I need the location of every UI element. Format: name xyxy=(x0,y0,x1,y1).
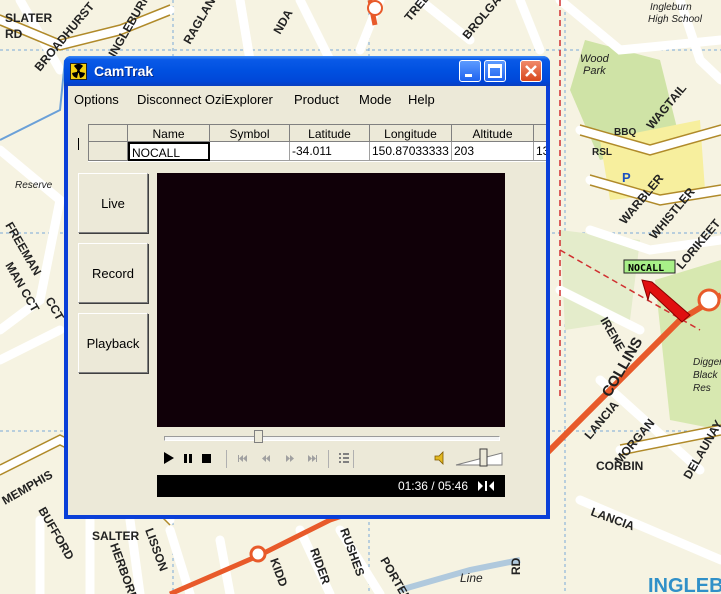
next-icon[interactable] xyxy=(308,455,317,462)
volume-thumb[interactable] xyxy=(479,448,488,467)
maximize-button[interactable] xyxy=(484,60,506,82)
pause-icon[interactable] xyxy=(184,454,192,463)
playback-button[interactable]: Playback xyxy=(78,313,148,373)
play-icon[interactable] xyxy=(164,452,174,464)
svg-text:Line: Line xyxy=(460,571,483,585)
window-title: CamTrak xyxy=(94,63,154,79)
previous-icon[interactable] xyxy=(238,455,247,462)
cell-symbol[interactable] xyxy=(210,142,290,161)
minimize-button[interactable] xyxy=(459,60,481,82)
video-display[interactable] xyxy=(157,173,505,427)
svg-text:RD: RD xyxy=(509,557,523,575)
maximize-icon xyxy=(488,64,502,78)
playlist-icon[interactable] xyxy=(336,450,352,466)
svg-text:INGLEB: INGLEB xyxy=(648,575,721,594)
navigation-controls xyxy=(238,455,317,462)
player-status-bar: 01:36 / 05:46 xyxy=(157,475,505,497)
record-button[interactable]: Record xyxy=(78,243,148,303)
menu-options[interactable]: Options xyxy=(74,92,119,107)
playback-time: 01:36 / 05:46 xyxy=(397,479,468,493)
cell-latitude[interactable]: -34.011 xyxy=(290,142,370,161)
grid-row-header[interactable] xyxy=(88,142,128,161)
cell-extra[interactable]: 13 xyxy=(534,142,546,161)
volume-slider[interactable] xyxy=(454,448,504,468)
menu-bar: Options Disconnect OziExplorer Product M… xyxy=(68,86,546,112)
text-caret xyxy=(78,138,79,150)
transport-controls xyxy=(164,452,211,464)
column-header-longitude[interactable]: Longitude xyxy=(370,124,452,142)
svg-text:SALTER: SALTER xyxy=(92,529,139,543)
title-bar[interactable]: CamTrak xyxy=(64,56,550,86)
svg-text:P: P xyxy=(622,170,631,185)
svg-text:Wood: Wood xyxy=(580,53,610,65)
stop-icon[interactable] xyxy=(202,454,211,463)
column-header-extra[interactable] xyxy=(534,124,546,142)
close-icon xyxy=(525,65,537,77)
column-header-latitude[interactable]: Latitude xyxy=(290,124,370,142)
cell-name[interactable]: NOCALL xyxy=(128,142,210,161)
cell-longitude[interactable]: 150.87033333 xyxy=(370,142,452,161)
svg-text:CORBIN: CORBIN xyxy=(596,459,643,473)
svg-text:Black: Black xyxy=(693,370,718,381)
column-header-altitude[interactable]: Altitude xyxy=(452,124,534,142)
svg-text:SLATER: SLATER xyxy=(5,11,52,25)
toolbar-separator-2 xyxy=(328,450,329,468)
menu-mode[interactable]: Mode xyxy=(359,92,392,107)
svg-text:Res: Res xyxy=(693,383,711,394)
svg-text:High School: High School xyxy=(648,14,703,25)
column-header-symbol[interactable]: Symbol xyxy=(210,124,290,142)
svg-text:BBQ: BBQ xyxy=(614,127,636,138)
toolbar-separator-3 xyxy=(353,450,354,468)
grid-corner xyxy=(88,124,128,142)
minimize-icon xyxy=(465,74,472,77)
window-client: Options Disconnect OziExplorer Product M… xyxy=(68,86,546,515)
menu-help[interactable]: Help xyxy=(408,92,435,107)
radiation-icon xyxy=(70,63,87,80)
position-grid[interactable]: Name Symbol Latitude Longitude Altitude … xyxy=(88,124,546,162)
volume-icon[interactable] xyxy=(433,450,449,466)
svg-text:Park: Park xyxy=(583,65,606,77)
cell-altitude[interactable]: 203 xyxy=(452,142,534,161)
seek-bar[interactable] xyxy=(164,436,500,441)
rewind-icon[interactable] xyxy=(262,455,270,462)
svg-text:Ingleburn: Ingleburn xyxy=(650,2,692,13)
camtrak-window: CamTrak Options Disconnect OziExplorer P… xyxy=(64,56,550,519)
close-button[interactable] xyxy=(520,60,542,82)
menu-product[interactable]: Product xyxy=(294,92,339,107)
svg-text:Digger: Digger xyxy=(693,357,721,368)
marker-text: NOCALL xyxy=(628,263,664,274)
seek-thumb[interactable] xyxy=(253,430,263,443)
live-button[interactable]: Live xyxy=(78,173,148,233)
resize-icon[interactable] xyxy=(477,479,495,493)
toolbar-separator xyxy=(226,450,227,468)
menu-disconnect-oziexplorer[interactable]: Disconnect OziExplorer xyxy=(137,92,273,107)
fast-forward-icon[interactable] xyxy=(286,455,294,462)
svg-text:Reserve: Reserve xyxy=(15,180,53,191)
svg-text:RD: RD xyxy=(5,27,23,41)
svg-text:RSL: RSL xyxy=(592,147,612,158)
column-header-name[interactable]: Name xyxy=(128,124,210,142)
